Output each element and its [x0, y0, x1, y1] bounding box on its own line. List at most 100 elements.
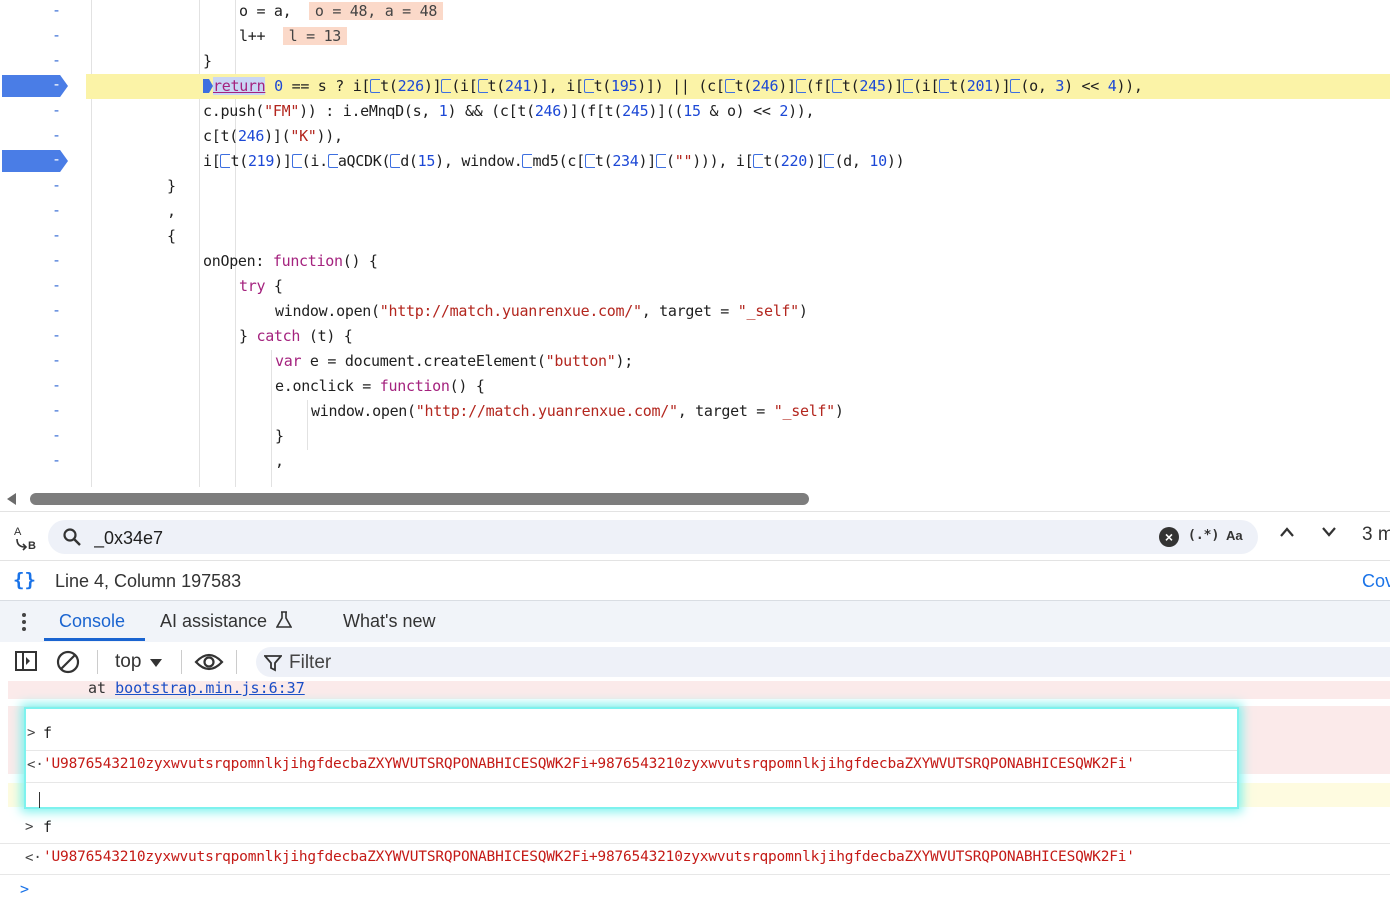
tab-ai-assistance-label: AI assistance [160, 611, 268, 631]
search-input[interactable] [92, 524, 1096, 552]
console-toolbar: top Filter [0, 642, 1390, 682]
console-filter-field[interactable]: Filter [256, 647, 1390, 677]
current-paused-line[interactable]: return 0 == s ? i[t(226)] (i[t(241)], i[t… [86, 74, 1390, 99]
stack-source-link[interactable]: bootstrap.min.js:6:37 [115, 681, 305, 697]
code-line[interactable]: e.onclick = function() { [86, 374, 1390, 399]
breakpoint-marker[interactable]: - [2, 75, 68, 97]
console-result-row[interactable]: <· 'U9876543210zyxwvutsrqpomnlkjihgfdecb… [0, 843, 1390, 875]
console-input-row[interactable]: > f [0, 812, 1390, 844]
code-line[interactable]: } [86, 424, 1390, 449]
console-history-popup[interactable]: > f <· 'U9876543210zyxwvutsrqpomnlkjihgf… [24, 707, 1239, 809]
gutter-mark: - [52, 176, 62, 194]
result-arrow-icon: <· [27, 757, 44, 773]
gutter-mark: - [52, 276, 62, 294]
gutter-mark: - [52, 1, 62, 19]
code-line[interactable]: } catch (t) { [86, 324, 1390, 349]
code-line[interactable]: onOpen: function() { [86, 249, 1390, 274]
more-tools-menu-icon[interactable] [22, 613, 26, 634]
editor-status-bar: {} Line 4, Column 197583 Cov [0, 560, 1390, 601]
horizontal-scrollbar[interactable] [0, 487, 1390, 511]
code-editor[interactable]: - - - - - - - - - - - - - - - - - - - o = a, o = 48, a = 4… [0, 0, 1390, 487]
context-selector[interactable]: top [115, 651, 141, 673]
gutter-line[interactable]: - [0, 299, 86, 324]
popup-input-row[interactable]: > f [26, 717, 1237, 751]
gutter-line[interactable]: - [0, 424, 86, 449]
filter-placeholder: Filter [289, 652, 332, 673]
next-match-button[interactable] [1321, 525, 1336, 539]
code-line[interactable]: i[t(219)] (i. aQCDK(d(15), window. md5(c[t(… [86, 149, 1390, 174]
flask-icon [275, 611, 293, 634]
toolbar-divider [181, 650, 182, 674]
gutter-mark: - [52, 75, 62, 93]
code-line[interactable]: l++ l = 13 [86, 24, 1390, 49]
code-line[interactable]: { [86, 224, 1390, 249]
gutter-line[interactable]: - [0, 24, 86, 49]
code-line[interactable]: window.open("http://match.yuanrenxue.com… [86, 399, 1390, 424]
gutter-line[interactable]: - [0, 449, 86, 474]
toolbar-divider [236, 650, 237, 674]
gutter-line[interactable]: - [0, 199, 86, 224]
code-line[interactable]: c[t(246)]("K")), [86, 124, 1390, 149]
code-line[interactable]: try { [86, 274, 1390, 299]
code-line[interactable]: c.push("FM")) : i.eMnqD(s, 1) && (c[t(24… [86, 99, 1390, 124]
gutter-line[interactable]: - [0, 0, 86, 24]
console-prompt-icon[interactable]: > [20, 880, 29, 898]
gutter-line[interactable]: - [0, 274, 86, 299]
gutter-line[interactable]: - [0, 49, 86, 74]
pretty-print-icon[interactable]: {} [13, 569, 36, 591]
gutter-line[interactable]: - [0, 349, 86, 374]
code-line[interactable]: , [86, 449, 1390, 474]
scroll-left-arrow-icon[interactable] [7, 493, 16, 505]
gutter-line[interactable]: - [0, 399, 86, 424]
tab-whats-new[interactable]: What's new [343, 611, 435, 632]
code-line[interactable]: , [86, 199, 1390, 224]
gutter-mark: - [52, 51, 62, 69]
gutter-line[interactable]: - [0, 324, 86, 349]
gutter-mark: - [52, 351, 62, 369]
gutter-line[interactable]: - [0, 224, 86, 249]
gutter-line[interactable]: - [0, 249, 86, 274]
match-case-button[interactable]: Aa [1226, 528, 1243, 543]
result-arrow-icon: <· [25, 850, 42, 866]
chevron-down-icon[interactable] [150, 659, 162, 667]
gutter-line[interactable]: - [0, 374, 86, 399]
gutter-line[interactable]: - [0, 124, 86, 149]
regex-toggle-button[interactable]: (.*) [1188, 528, 1219, 543]
clear-console-icon[interactable] [56, 650, 80, 679]
sidebar-toggle-icon[interactable] [14, 650, 38, 677]
gutter-line[interactable]: - [0, 174, 86, 199]
line-gutter[interactable]: - - - - - - - - - - - - - - - - - - - [0, 0, 86, 487]
gutter-line[interactable]: - [0, 99, 86, 124]
console-result-text: 'U9876543210zyxwvutsrqpomnlkjihgfdecbaZX… [43, 849, 1135, 865]
code-line[interactable]: } [86, 174, 1390, 199]
live-expression-eye-icon[interactable] [194, 651, 224, 678]
breakpoint-marker[interactable]: - [2, 150, 68, 172]
clear-search-button[interactable]: × [1159, 527, 1179, 547]
gutter-mark: - [52, 101, 62, 119]
replace-toggle-icon[interactable]: A B [14, 525, 40, 554]
gutter-line[interactable]: - [0, 74, 86, 99]
code-line[interactable]: window.open("http://match.yuanrenxue.com… [86, 299, 1390, 324]
tab-ai-assistance[interactable]: AI assistance [160, 611, 293, 634]
gutter-mark: - [52, 326, 62, 344]
code-line[interactable]: } [86, 49, 1390, 74]
gutter-mark: - [52, 226, 62, 244]
search-bar: A B × (.*) Aa 3 m [0, 511, 1390, 561]
tab-console[interactable]: Console [59, 611, 125, 632]
match-count: 3 m [1362, 524, 1390, 545]
active-tab-indicator [44, 638, 145, 641]
code-line[interactable]: o = a, o = 48, a = 48 [86, 0, 1390, 24]
gutter-mark: - [52, 401, 62, 419]
popup-result-row[interactable]: <· 'U9876543210zyxwvutsrqpomnlkjihgfdecb… [26, 749, 1237, 783]
coverage-link[interactable]: Cov [1362, 571, 1390, 592]
previous-match-button[interactable] [1279, 525, 1294, 539]
gutter-mark: - [52, 26, 62, 44]
gutter-mark: - [52, 126, 62, 144]
search-field: × (.*) Aa [48, 520, 1258, 554]
console-input-text: f [43, 818, 53, 836]
scrollbar-thumb[interactable] [30, 493, 809, 505]
toolbar-divider [97, 650, 98, 674]
gutter-line[interactable]: - [0, 149, 86, 174]
popup-input-text: f [43, 724, 53, 742]
code-line[interactable]: var e = document.createElement("button")… [86, 349, 1390, 374]
